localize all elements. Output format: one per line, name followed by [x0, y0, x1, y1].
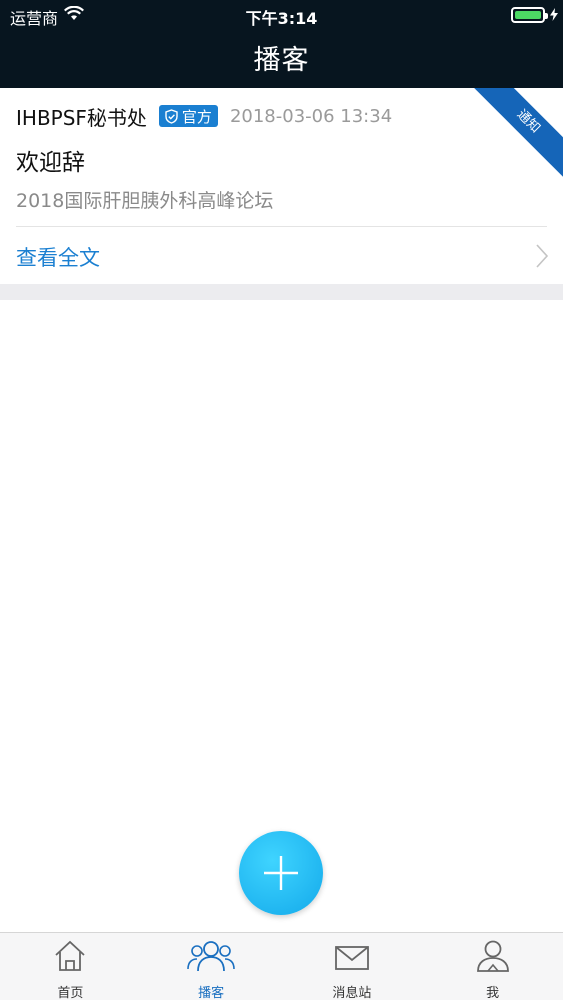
read-more-link[interactable]: 查看全文: [16, 242, 100, 272]
mail-icon: [334, 939, 370, 977]
clock: 下午3:14: [245, 9, 318, 28]
tab-me[interactable]: 我: [422, 933, 563, 1000]
post-meta: IHBPSF秘书处 官方 2018-03-06 13:34: [16, 102, 393, 131]
official-badge: 官方: [158, 105, 218, 127]
header: 运营商 下午3:14 播客: [0, 0, 563, 88]
tab-podcast-label: 播客: [198, 986, 225, 1000]
tab-messages[interactable]: 消息站: [282, 933, 423, 1000]
tab-bar: 首页 播客 消息站 我: [0, 932, 563, 1000]
shield-check-icon: [165, 108, 178, 124]
post-card[interactable]: IHBPSF秘书处 官方 2018-03-06 13:34 通知 欢迎辞 201…: [0, 88, 563, 284]
tab-me-label: 我: [486, 986, 500, 1000]
tab-home[interactable]: 首页: [0, 933, 141, 1000]
post-title[interactable]: 欢迎辞: [16, 143, 85, 177]
users-icon: [186, 939, 236, 977]
person-icon: [475, 939, 511, 977]
tab-podcast[interactable]: 播客: [141, 933, 282, 1000]
official-badge-label: 官方: [181, 107, 212, 126]
plus-icon: [264, 856, 298, 890]
chevron-right-icon: [535, 243, 549, 273]
add-post-button[interactable]: [239, 831, 323, 915]
post-author[interactable]: IHBPSF秘书处: [16, 102, 147, 131]
battery-level: [515, 11, 541, 19]
notice-ribbon: 通知: [473, 88, 563, 178]
section-separator: [0, 284, 563, 300]
tab-messages-label: 消息站: [332, 986, 372, 1000]
read-more-row[interactable]: 查看全文: [0, 227, 563, 284]
notice-ribbon-label: 通知: [473, 88, 563, 178]
post-summary: 2018国际肝胆胰外科高峰论坛: [16, 190, 274, 212]
battery-icon: [511, 7, 548, 23]
page-title: 播客: [253, 45, 310, 76]
tab-home-label: 首页: [57, 986, 84, 1000]
charging-bolt-icon: [550, 6, 558, 25]
status-bar: 运营商 下午3:14: [0, 0, 563, 30]
post-timestamp: 2018-03-06 13:34: [229, 105, 393, 127]
home-icon: [53, 939, 87, 977]
